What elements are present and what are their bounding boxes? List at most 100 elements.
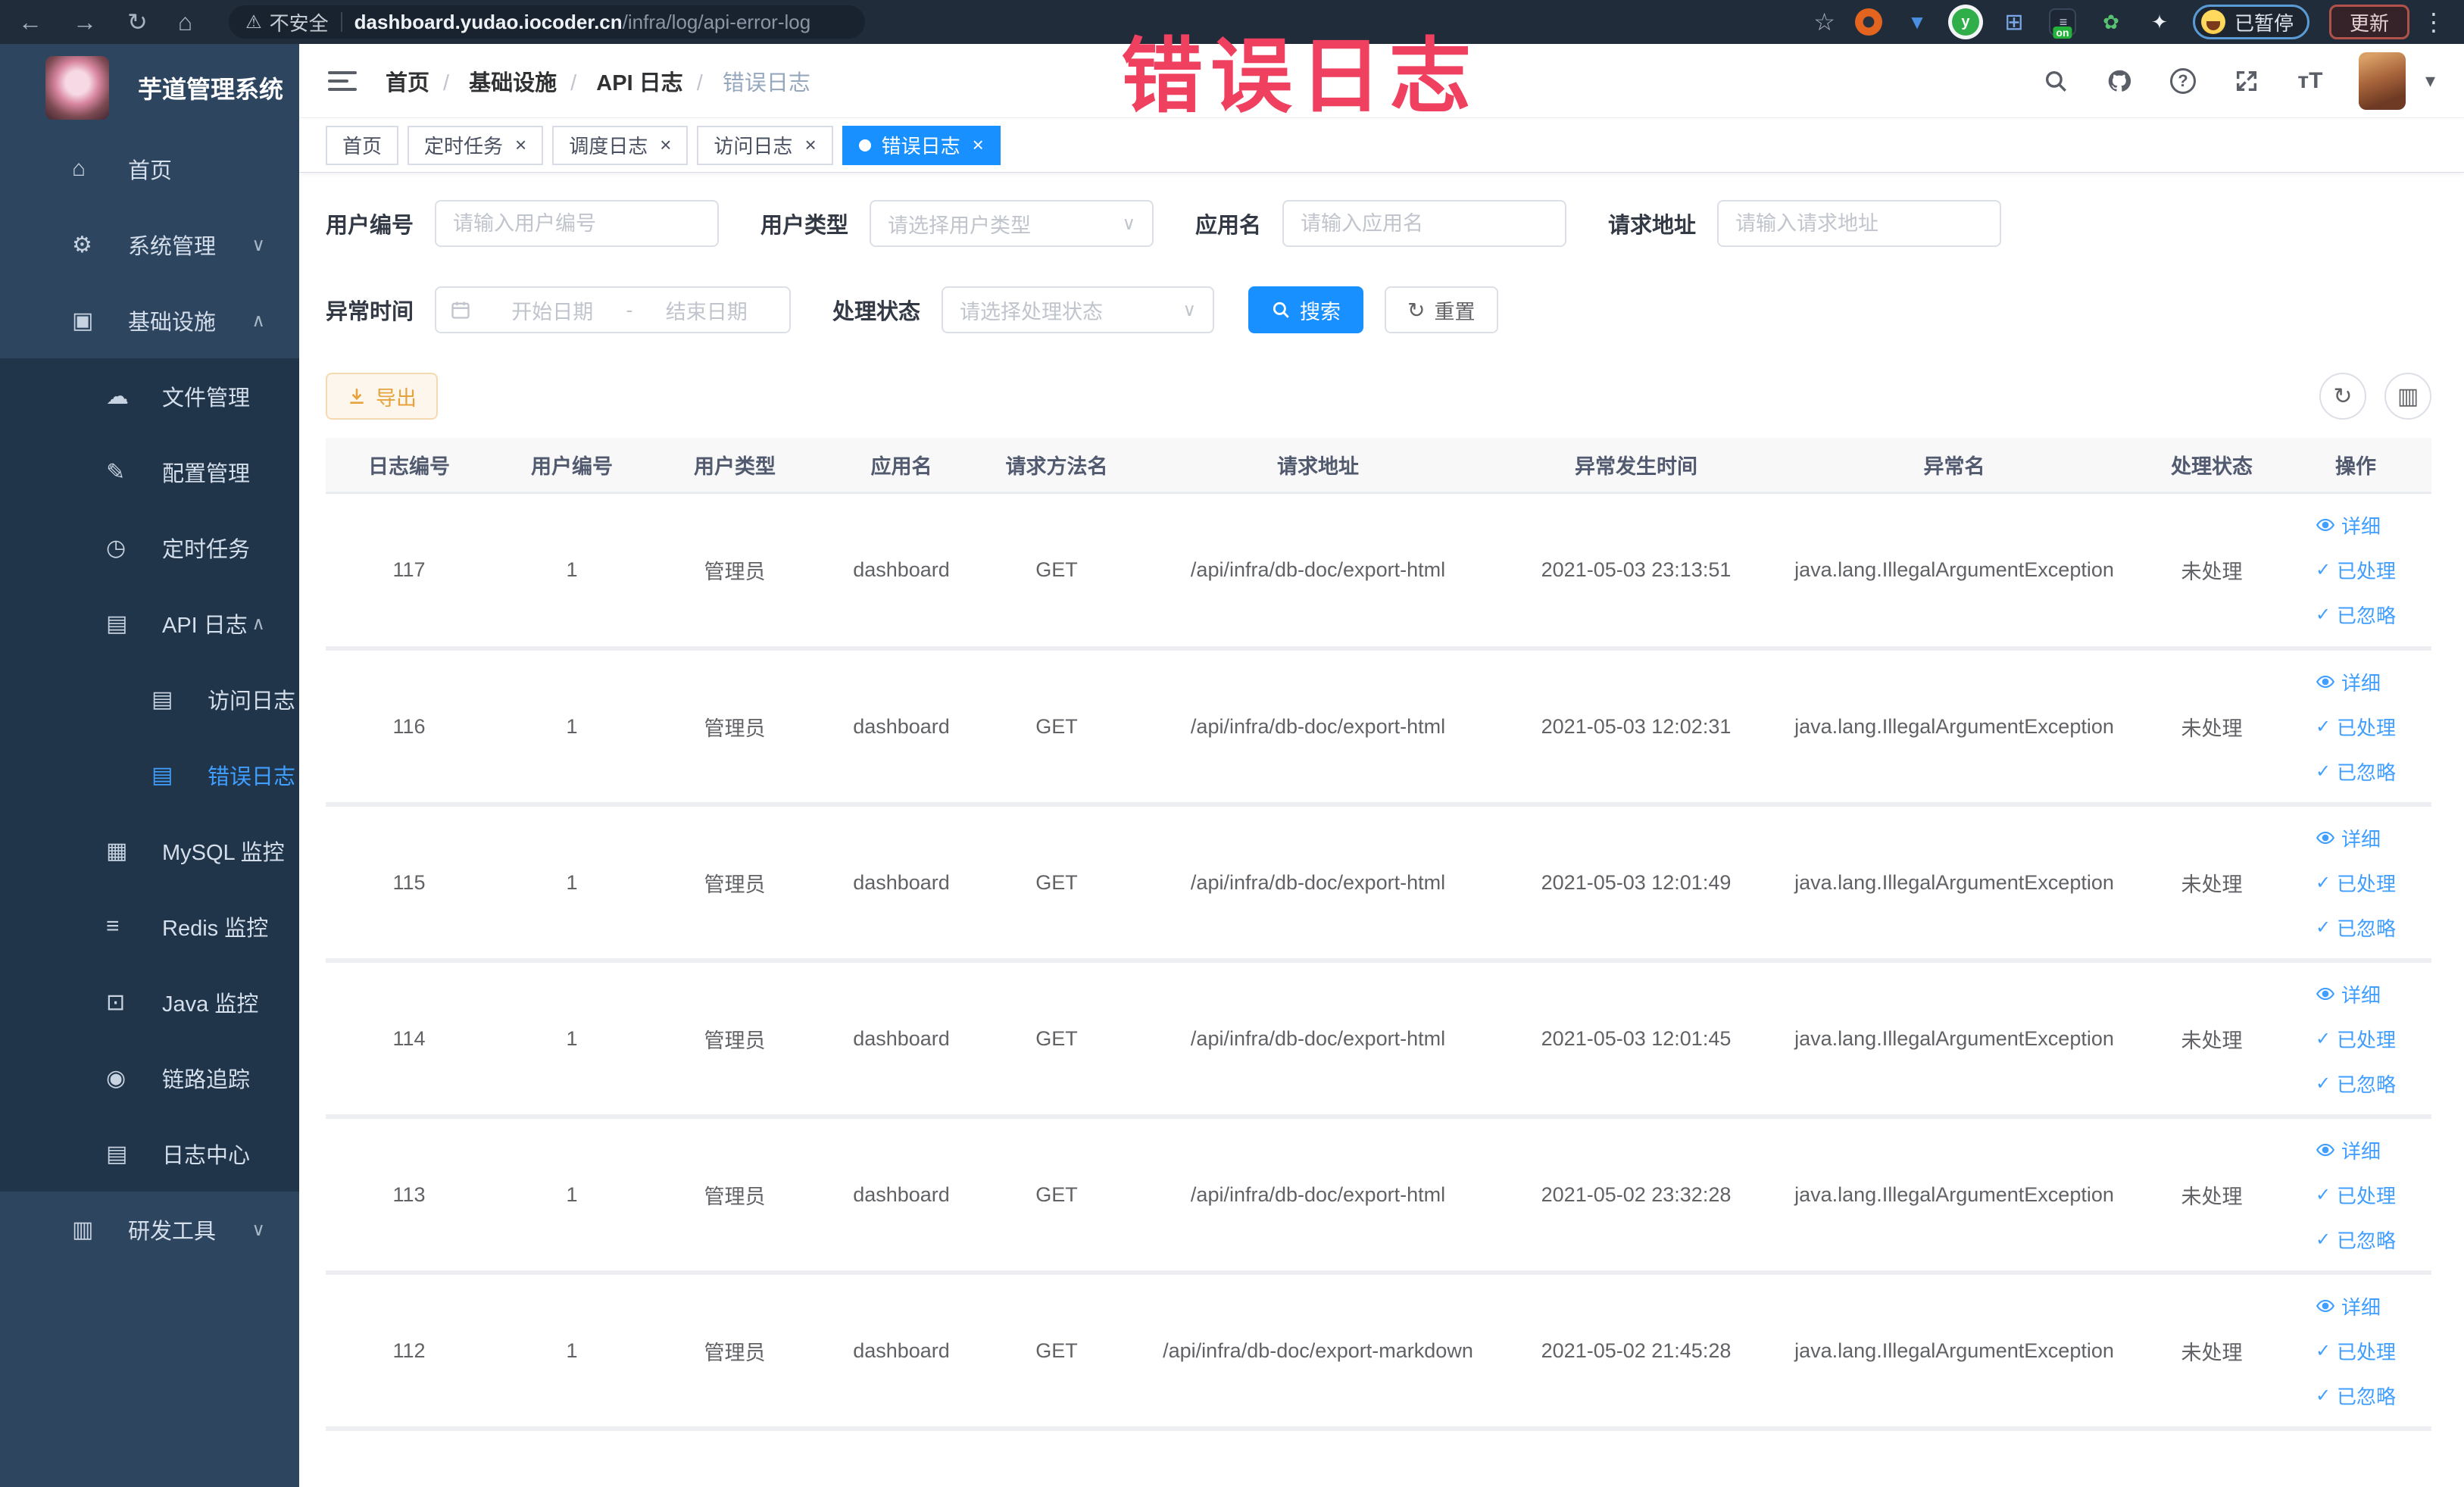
browser-menu-icon[interactable]: ⋮ xyxy=(2422,8,2446,36)
font-size-icon[interactable]: тT xyxy=(2295,66,2325,96)
search-icon[interactable] xyxy=(2041,66,2071,96)
processed-link[interactable]: ✓ 已处理 xyxy=(2316,1337,2396,1365)
ignored-link[interactable]: ✓ 已忽略 xyxy=(2316,601,2396,629)
app-name-input[interactable] xyxy=(1282,200,1567,247)
sidebar-item[interactable]: ▥ 研发工具 ∨ xyxy=(0,1192,299,1267)
sidebar-item[interactable]: ≡ Redis 监控 xyxy=(0,889,299,964)
help-icon[interactable]: ? xyxy=(2168,66,2198,96)
github-icon[interactable] xyxy=(2104,66,2135,96)
grid-extension-icon[interactable]: ⊞ xyxy=(2000,8,2028,36)
processed-link[interactable]: ✓ 已处理 xyxy=(2316,556,2396,584)
forward-icon[interactable]: → xyxy=(73,8,97,36)
avatar-caret-icon[interactable]: ▾ xyxy=(2425,69,2435,92)
y-extension-icon[interactable]: y xyxy=(1951,8,1979,36)
divider xyxy=(340,12,342,32)
view-tab[interactable]: 首页 xyxy=(326,125,399,165)
ignored-link[interactable]: ✓ 已忽略 xyxy=(2316,1382,2396,1410)
breadcrumb-item[interactable]: 首页 xyxy=(386,65,429,97)
column-header[interactable]: 异常发生时间 xyxy=(1507,438,1765,494)
view-tab[interactable]: 调度日志 × xyxy=(552,125,689,165)
column-header[interactable]: 应用名 xyxy=(818,438,985,494)
sidebar-item[interactable]: ▤ 错误日志 xyxy=(0,737,299,813)
detail-link[interactable]: 详细 xyxy=(2316,980,2381,1008)
ignored-link[interactable]: ✓ 已忽略 xyxy=(2316,1226,2396,1254)
tab-close-icon[interactable]: × xyxy=(973,133,984,157)
view-tab[interactable]: 访问日志 × xyxy=(697,125,833,165)
sidebar-item[interactable]: ⊡ Java 监控 xyxy=(0,964,299,1040)
sidebar-item[interactable]: ▣ 基础设施 ∧ xyxy=(0,283,299,358)
tab-close-icon[interactable]: × xyxy=(804,133,816,157)
menu-icon: ▤ xyxy=(151,686,173,712)
column-header[interactable]: 用户类型 xyxy=(651,438,818,494)
shield-extension-icon[interactable]: ▼ xyxy=(1903,8,1931,36)
browser-update-button[interactable]: 更新 xyxy=(2328,5,2409,39)
ignored-link[interactable]: ✓ 已忽略 xyxy=(2316,758,2396,786)
user-id-input[interactable] xyxy=(435,200,720,247)
fullscreen-icon[interactable] xyxy=(2231,66,2262,96)
column-header[interactable]: 请求方法名 xyxy=(985,438,1129,494)
paused-profile-chip[interactable]: 已暂停 xyxy=(2192,5,2309,39)
back-icon[interactable]: ← xyxy=(18,8,42,36)
detail-link[interactable]: 详细 xyxy=(2316,668,2381,696)
leaf-extension-icon[interactable]: ✿ xyxy=(2097,8,2125,36)
breadcrumb-item[interactable]: / 错误日志 xyxy=(683,65,810,97)
view-tab[interactable]: 错误日志 × xyxy=(842,125,1001,165)
sidebar-item[interactable]: ✎ 配置管理 xyxy=(0,434,299,510)
app-logo-row[interactable]: 芋道管理系统 xyxy=(0,44,299,131)
exception-time-range-picker[interactable]: 开始日期 - 结束日期 xyxy=(435,286,792,333)
sidebar-item[interactable]: ▤ 日志中心 xyxy=(0,1116,299,1192)
table-refresh-button[interactable]: ↻ xyxy=(2319,373,2366,420)
view-tab[interactable]: 定时任务 × xyxy=(408,125,544,165)
home-icon[interactable]: ⌂ xyxy=(178,8,192,36)
process-status-select[interactable]: 请选择处理状态 ∨ xyxy=(942,286,1215,333)
check-icon: ✓ xyxy=(2315,1073,2331,1094)
sidebar-item[interactable]: ▤ 访问日志 xyxy=(0,661,299,737)
cell-method: GET xyxy=(985,648,1129,807)
processed-link[interactable]: ✓ 已处理 xyxy=(2316,869,2396,897)
user-avatar[interactable] xyxy=(2358,52,2406,110)
reset-button[interactable]: ↻ 重置 xyxy=(1385,286,1498,333)
sidebar-item[interactable]: ◷ 定时任务 xyxy=(0,510,299,586)
detail-link[interactable]: 详细 xyxy=(2316,824,2381,852)
ignored-link[interactable]: ✓ 已忽略 xyxy=(2316,1070,2396,1098)
reload-icon[interactable]: ↻ xyxy=(127,8,148,36)
tab-close-icon[interactable]: × xyxy=(660,133,671,157)
hamburger-icon[interactable] xyxy=(328,70,357,91)
processed-link[interactable]: ✓ 已处理 xyxy=(2316,713,2396,741)
request-url-input[interactable] xyxy=(1717,200,2002,247)
breadcrumb-item[interactable]: / 基础设施 xyxy=(429,65,557,97)
cell-user-id: 1 xyxy=(492,1117,651,1275)
sidebar-item[interactable]: ▤ API 日志 ∧ xyxy=(0,586,299,661)
detail-link[interactable]: 详细 xyxy=(2316,1292,2381,1320)
sidebar-item[interactable]: ▦ MySQL 监控 xyxy=(0,813,299,889)
sidebar-item[interactable]: ◉ 链路追踪 xyxy=(0,1040,299,1116)
column-header[interactable]: 异常名 xyxy=(1765,438,2144,494)
detail-link[interactable]: 详细 xyxy=(2316,511,2381,539)
sidebar-item[interactable]: ☁ 文件管理 xyxy=(0,358,299,434)
toggle-extension-icon[interactable]: ≡ on xyxy=(2048,8,2076,39)
sidebar-item[interactable]: ⌂ 首页 xyxy=(0,131,299,207)
table-row: 112 1 管理员 dashboard GET /api/infra/db-do… xyxy=(326,1273,2431,1431)
column-header[interactable]: 用户编号 xyxy=(492,438,651,494)
search-button[interactable]: 搜索 xyxy=(1248,286,1364,333)
export-button[interactable]: 导出 xyxy=(326,373,438,420)
orange-extension-icon[interactable] xyxy=(1854,8,1882,36)
puzzle-extension-icon[interactable]: ✦ xyxy=(2146,8,2173,36)
tab-close-icon[interactable]: × xyxy=(515,133,526,157)
bookmark-star-icon[interactable]: ☆ xyxy=(1813,8,1835,36)
column-header[interactable]: 请求地址 xyxy=(1129,438,1507,494)
detail-link[interactable]: 详细 xyxy=(2316,1136,2381,1164)
column-header[interactable]: 操作 xyxy=(2280,438,2431,494)
column-header[interactable]: 日志编号 xyxy=(326,438,492,494)
ignored-link[interactable]: ✓ 已忽略 xyxy=(2316,914,2396,942)
processed-link[interactable]: ✓ 已处理 xyxy=(2316,1181,2396,1209)
column-header[interactable]: 处理状态 xyxy=(2144,438,2280,494)
address-bar[interactable]: ⚠ 不安全 dashboard.yudao.iocoder.cn /infra/… xyxy=(229,5,866,39)
check-icon: ✓ xyxy=(2315,716,2331,737)
cell-user-id: 1 xyxy=(492,804,651,963)
processed-link[interactable]: ✓ 已处理 xyxy=(2316,1025,2396,1053)
column-settings-button[interactable]: ▥ xyxy=(2384,373,2431,420)
user-type-select[interactable]: 请选择用户类型 ∨ xyxy=(870,200,1154,247)
sidebar-item[interactable]: ⚙ 系统管理 ∨ xyxy=(0,207,299,283)
breadcrumb-item[interactable]: / API 日志 xyxy=(557,65,683,97)
